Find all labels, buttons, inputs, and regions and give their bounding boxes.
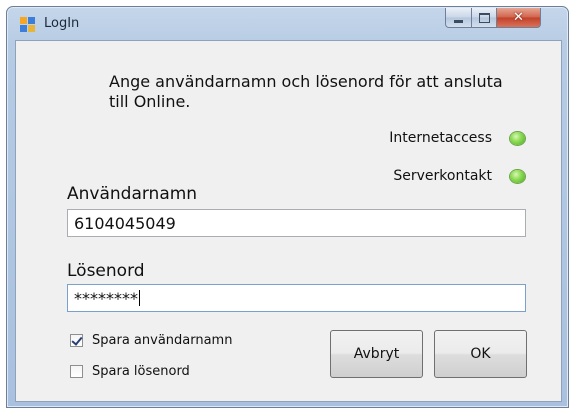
instruction-text: Ange användarnamn och lösenord för att a… <box>109 72 503 111</box>
password-input[interactable]: ******** <box>67 284 526 312</box>
close-button[interactable]: ✕ <box>496 8 541 28</box>
window-title: LogIn <box>44 16 80 31</box>
username-label: Användarnamn <box>67 184 198 204</box>
password-label: Lösenord <box>67 261 145 281</box>
text-caret <box>139 290 140 306</box>
server-status-indicator <box>510 170 525 183</box>
minimize-icon <box>454 19 463 23</box>
save-password-label: Spara lösenord <box>92 364 190 379</box>
username-value: 6104045049 <box>74 214 176 233</box>
password-value: ******** <box>74 289 138 308</box>
username-input[interactable]: 6104045049 <box>67 209 526 237</box>
dialog-body: Ange användarnamn och lösenord för att a… <box>15 40 562 402</box>
ok-button[interactable]: OK <box>434 330 527 378</box>
internet-access-label: Internetaccess <box>389 130 492 146</box>
save-username-label: Spara användarnamn <box>92 333 233 348</box>
minimize-button[interactable] <box>445 8 472 28</box>
maximize-button[interactable] <box>471 8 497 28</box>
save-username-option[interactable]: Spara användarnamn <box>70 333 232 348</box>
login-window: LogIn ✕ Ange användarnamn och lösenord f… <box>6 6 569 408</box>
server-contact-label: Serverkontakt <box>393 168 492 184</box>
save-password-option[interactable]: Spara lösenord <box>70 364 190 379</box>
close-icon: ✕ <box>513 10 524 25</box>
save-username-checkbox[interactable] <box>70 334 83 347</box>
title-bar[interactable]: LogIn ✕ <box>7 7 568 39</box>
internet-status-indicator <box>510 132 525 145</box>
app-icon <box>20 17 36 33</box>
save-password-checkbox[interactable] <box>70 365 83 378</box>
maximize-icon <box>478 12 490 23</box>
cancel-button[interactable]: Avbryt <box>330 330 423 378</box>
